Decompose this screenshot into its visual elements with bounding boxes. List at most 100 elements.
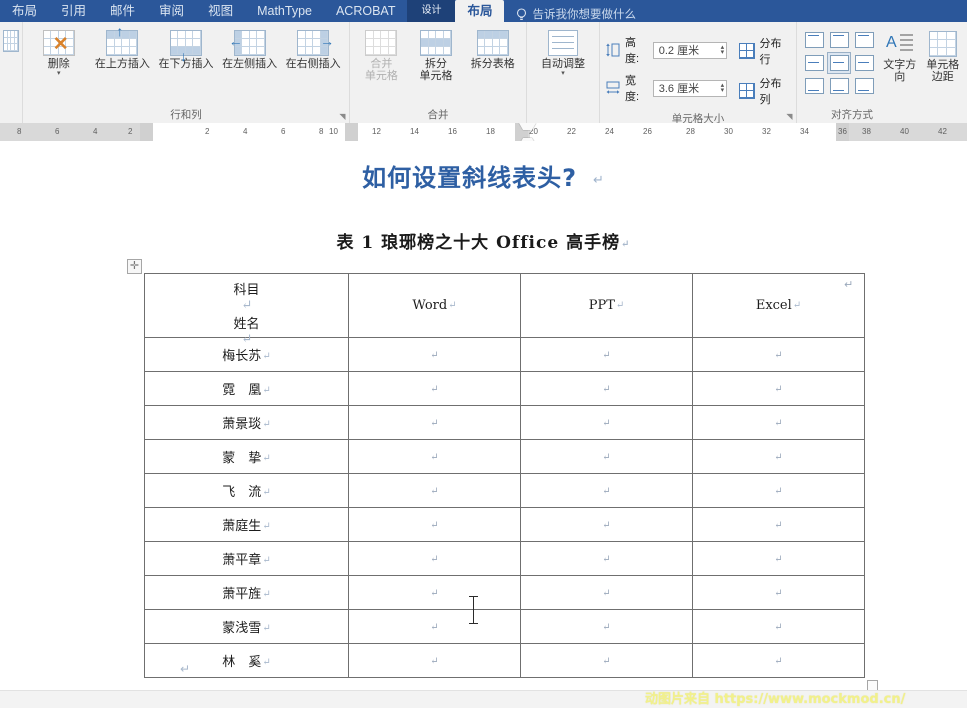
distribute-rows-button[interactable]: 分布行 — [739, 35, 791, 67]
insert-left-button[interactable]: ← 在左侧插入 — [219, 28, 281, 72]
align-top-left-button[interactable] — [802, 29, 826, 51]
tab-review[interactable]: 审阅 — [147, 0, 196, 22]
row-data-cell[interactable]: ↵ — [520, 609, 693, 644]
row-data-cell[interactable]: ↵ — [348, 473, 521, 508]
row-data-cell[interactable]: ↵ — [520, 507, 693, 542]
tell-me-box[interactable]: 告诉我你想要做什么 — [504, 6, 636, 22]
row-data-cell[interactable]: ↵ — [348, 507, 521, 542]
row-name-cell[interactable]: 蒙浅雪↵ — [144, 609, 349, 644]
split-cells-button[interactable]: 拆分 单元格 — [410, 28, 463, 84]
row-data-cell[interactable]: ↵ — [520, 541, 693, 576]
row-height-control: 高度: 0.2 厘米 ▴ ▾ — [605, 34, 728, 66]
horizontal-ruler[interactable]: 8 6 4 2 2 4 6 8 10 12 14 16 18 20 22 24 … — [0, 123, 967, 141]
row-data-cell[interactable]: ↵ — [348, 371, 521, 406]
row-data-cell[interactable]: ↵ — [520, 473, 693, 508]
tab-references[interactable]: 引用 — [49, 0, 98, 22]
row-data-cell[interactable]: ↵ — [348, 643, 521, 678]
distribute-columns-button[interactable]: 分布列 — [739, 75, 791, 107]
row-name-cell[interactable]: 飞 流↵ — [144, 473, 349, 508]
row-name-cell[interactable]: 萧景琰↵ — [144, 405, 349, 440]
merge-cells-button[interactable]: 合并 单元格 — [355, 28, 408, 84]
row-name-cell[interactable]: 林 奚↵ — [144, 643, 349, 678]
delete-dropdown-arrow[interactable]: ▾ — [57, 70, 61, 77]
select-button[interactable] — [2, 28, 20, 68]
autofit-button[interactable]: 自动调整 ▾ — [532, 28, 594, 79]
row-height-input[interactable]: 0.2 厘米 ▴ ▾ — [652, 41, 728, 59]
row-data-cell[interactable]: ↵ — [520, 337, 693, 372]
table-row: 霓 凰↵ ↵ ↵ ↵ — [144, 371, 865, 406]
row-data-cell[interactable]: ↵ — [520, 575, 693, 610]
align-center-left-button[interactable] — [802, 52, 826, 74]
text-direction-button[interactable]: A 文字方向 — [878, 29, 921, 85]
row-data-cell[interactable]: ↵ — [692, 609, 865, 644]
align-center-right-button[interactable] — [852, 52, 876, 74]
row-name-cell[interactable]: 萧庭生↵ — [144, 507, 349, 542]
column-width-stepper[interactable]: ▴ ▾ — [721, 82, 725, 94]
row-data-cell[interactable]: ↵ — [692, 439, 865, 474]
cell-size-dialog-launcher[interactable]: ◥ — [785, 112, 794, 121]
tab-layout-page[interactable]: 布局 — [0, 0, 49, 22]
column-header-excel[interactable]: Excel↵ — [692, 273, 865, 338]
row-data-cell[interactable]: ↵ — [692, 575, 865, 610]
row-data-cell[interactable]: ↵ — [348, 575, 521, 610]
align-top-center-button[interactable] — [827, 29, 851, 51]
row-data-cell[interactable]: ↵ — [692, 473, 865, 508]
row-data-cell[interactable]: ↵ — [692, 371, 865, 406]
ribbon-group-rows-columns: ✕ 删除 ▾ ↑ 在上方插入 ↓ 在下方插入 ← 在左侧插入 → 在右侧插入 行… — [23, 22, 350, 123]
row-data-cell[interactable]: ↵ — [348, 439, 521, 474]
caption-paragraph-mark: ↵ — [621, 239, 631, 250]
ruler-number: 12 — [372, 127, 381, 136]
row-data-cell[interactable]: ↵ — [692, 643, 865, 678]
ribbon-tabs: 布局 引用 邮件 审阅 视图 MathType ACROBAT 设计 布局 告诉… — [0, 0, 967, 22]
row-data-cell[interactable]: ↵ — [692, 507, 865, 542]
row-name-cell[interactable]: 萧平章↵ — [144, 541, 349, 576]
row-data-cell[interactable]: ↵ — [692, 337, 865, 372]
document-table[interactable]: 科目 ↵ 姓名 ↵ Word↵ PPT↵ Excel↵ 梅长苏↵ ↵ ↵ ↵ 霓… — [144, 273, 865, 678]
ruler-number: 42 — [938, 127, 947, 136]
column-header-word[interactable]: Word↵ — [348, 273, 521, 338]
row-data-cell[interactable]: ↵ — [348, 541, 521, 576]
align-center-button[interactable] — [827, 52, 851, 74]
table-move-handle[interactable]: ✛ — [127, 259, 142, 274]
row-height-stepper[interactable]: ▴ ▾ — [721, 44, 725, 56]
insert-below-button[interactable]: ↓ 在下方插入 — [155, 28, 217, 72]
title-paragraph-mark: ↵ — [593, 173, 605, 188]
row-name-cell[interactable]: 萧平旌↵ — [144, 575, 349, 610]
column-header-ppt[interactable]: PPT↵ — [520, 273, 693, 338]
insert-above-button[interactable]: ↑ 在上方插入 — [92, 24, 154, 72]
row-data-cell[interactable]: ↵ — [520, 371, 693, 406]
document-canvas[interactable]: 如何设置斜线表头? ↵ 表 1 琅琊榜之十大 Office 高手榜↵ ✛ 科目 ↵ … — [0, 141, 967, 707]
ribbon-group-table — [0, 22, 23, 123]
row-data-cell[interactable]: ↵ — [692, 405, 865, 440]
row-name-cell[interactable]: 蒙 挚↵ — [144, 439, 349, 474]
row-data-cell[interactable]: ↵ — [348, 337, 521, 372]
tab-table-design[interactable]: 设计 — [407, 0, 456, 22]
align-bottom-center-button[interactable] — [827, 75, 851, 97]
row-data-cell[interactable]: ↵ — [348, 405, 521, 440]
row-data-cell[interactable]: ↵ — [520, 439, 693, 474]
rows-columns-dialog-launcher[interactable]: ◥ — [338, 112, 347, 121]
row-data-cell[interactable]: ↵ — [692, 541, 865, 576]
align-bottom-right-button[interactable] — [852, 75, 876, 97]
autofit-dropdown-arrow[interactable]: ▾ — [561, 70, 565, 77]
word-window: 布局 引用 邮件 审阅 视图 MathType ACROBAT 设计 布局 告诉… — [0, 0, 967, 708]
insert-right-button[interactable]: → 在右侧插入 — [282, 28, 344, 72]
align-top-right-button[interactable] — [852, 29, 876, 51]
tab-table-layout[interactable]: 布局 — [455, 0, 505, 22]
row-name-cell[interactable]: 霓 凰↵ — [144, 371, 349, 406]
row-data-cell[interactable]: ↵ — [520, 405, 693, 440]
align-bottom-left-button[interactable] — [802, 75, 826, 97]
row-data-cell[interactable]: ↵ — [520, 643, 693, 678]
hanging-indent-marker[interactable] — [519, 131, 536, 141]
tab-mailings[interactable]: 邮件 — [98, 0, 147, 22]
cell-margins-button[interactable]: 单元格 边距 — [923, 29, 962, 85]
tab-mathtype[interactable]: MathType — [245, 0, 324, 22]
row-height-label: 高度: — [625, 37, 640, 65]
split-table-button[interactable]: 拆分表格 — [464, 28, 521, 72]
diagonal-header-cell[interactable]: 科目 ↵ 姓名 ↵ — [144, 273, 349, 347]
tab-acrobat[interactable]: ACROBAT — [324, 0, 408, 22]
column-width-input[interactable]: 3.6 厘米 ▴ ▾ — [652, 79, 728, 97]
delete-button[interactable]: ✕ 删除 ▾ — [28, 28, 90, 79]
tab-view[interactable]: 视图 — [196, 0, 245, 22]
row-data-cell[interactable]: ↵ — [348, 609, 521, 644]
